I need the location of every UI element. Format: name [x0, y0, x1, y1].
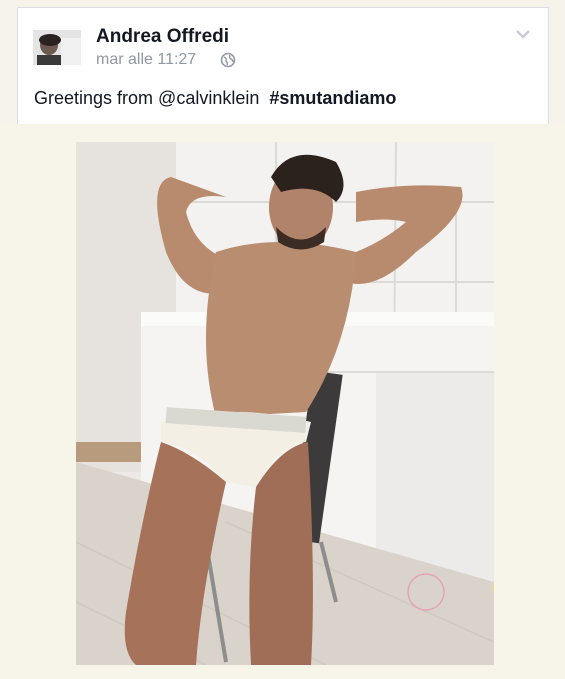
photo-illustration	[76, 142, 494, 665]
chevron-down-icon[interactable]	[515, 28, 531, 40]
avatar[interactable]	[33, 30, 81, 65]
post-header: Andrea Offredi mar alle 11:27 Greetings …	[17, 7, 549, 124]
hashtag-link[interactable]: #smutandiamo	[269, 88, 396, 108]
post-text-body: Greetings from @calvinklein	[34, 88, 260, 108]
globe-icon	[220, 52, 236, 68]
avatar-image	[33, 30, 81, 65]
author-name[interactable]: Andrea Offredi	[96, 26, 229, 48]
post-text: Greetings from @calvinklein #smutandiamo	[34, 88, 396, 109]
post-card: Andrea Offredi mar alle 11:27 Greetings …	[0, 0, 565, 679]
post-photo[interactable]	[76, 142, 494, 665]
post-timestamp[interactable]: mar alle 11:27	[96, 51, 196, 69]
